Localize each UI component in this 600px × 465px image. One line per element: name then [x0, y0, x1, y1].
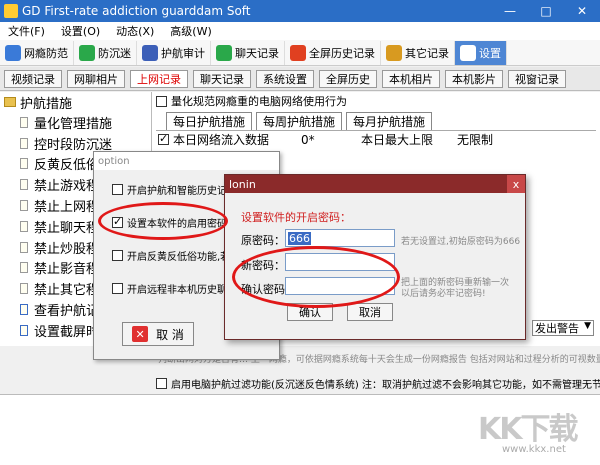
- login-cancel-button[interactable]: 取消: [347, 303, 393, 321]
- menu-file[interactable]: 文件(F): [0, 23, 53, 39]
- menu-bar: 文件(F) 设置(O) 动态(X) 高级(W): [0, 22, 600, 40]
- window-title: GD First-rate addiction guarddam Soft: [22, 4, 251, 18]
- document-icon: [20, 304, 28, 316]
- toolbar-addiction-prevention[interactable]: 网瘾防范: [0, 40, 74, 65]
- option-remote-checkbox[interactable]: [112, 283, 123, 294]
- person-icon: [142, 44, 158, 61]
- chevron-down-icon: ▼: [584, 321, 591, 331]
- maximize-button[interactable]: □: [528, 0, 564, 22]
- tab-window-records[interactable]: 视窗记录: [508, 69, 566, 88]
- option-history[interactable]: 开启护航和智能历史记录: [112, 182, 237, 197]
- toolbar-settings[interactable]: 设置: [455, 40, 507, 65]
- confirm-hint-line2: 以后请务必牢记密码!: [401, 289, 486, 299]
- filter-enable-checkbox[interactable]: [156, 377, 167, 389]
- site-watermark: KK下载 www.kkx.net: [478, 404, 596, 462]
- main-toolbar: 网瘾防范 防沉迷 护航审计 聊天记录 全屏历史记录 其它记录 设置: [0, 40, 600, 66]
- tab-web-records[interactable]: 上网记录: [130, 69, 188, 88]
- close-window-button[interactable]: ✕: [564, 0, 600, 22]
- document-icon: [20, 324, 28, 336]
- tree-root[interactable]: 护航措施: [0, 92, 151, 112]
- menu-settings[interactable]: 设置(O): [53, 23, 108, 39]
- document-icon: [20, 200, 28, 212]
- tab-chat-records[interactable]: 聊天记录: [193, 69, 251, 88]
- option-dialog-title: option: [94, 152, 279, 170]
- title-bar: GD First-rate addiction guarddam Soft — …: [0, 0, 600, 22]
- toolbar-anti-addiction[interactable]: 防沉迷: [74, 40, 137, 65]
- tab-local-videos[interactable]: 本机影片: [445, 69, 503, 88]
- record-tabs: 视频记录 网聊相片 上网记录 聊天记录 系统设置 全屏历史 本机相片 本机影片 …: [0, 67, 600, 91]
- option-history-checkbox[interactable]: [112, 184, 123, 195]
- login-close-button[interactable]: x: [507, 175, 525, 193]
- quantify-checkbox[interactable]: [156, 95, 167, 107]
- new-password-input[interactable]: [285, 253, 395, 271]
- document-icon: [20, 283, 28, 295]
- login-dialog: lonin x 设置软件的开启密码： 原密码： 666 若无设置过,初始原密码为…: [224, 174, 526, 340]
- watermark-brand: KK下载: [478, 412, 579, 447]
- tree-item[interactable]: 量化管理措施: [0, 112, 151, 133]
- old-password-input[interactable]: 666: [285, 229, 395, 247]
- toolbar-chat-records[interactable]: 聊天记录: [211, 40, 285, 65]
- login-dialog-title-bar: lonin x: [225, 175, 525, 193]
- option-anti-porn[interactable]: 开启反黄反低俗功能,若发: [112, 248, 240, 263]
- minimize-button[interactable]: —: [492, 0, 528, 22]
- tab-chat-photos[interactable]: 网聊相片: [67, 69, 125, 88]
- table-row[interactable]: 本日网络流入数据 0* 本日最大上限 无限制: [156, 130, 596, 148]
- tab-local-photos[interactable]: 本机相片: [382, 69, 440, 88]
- option-cancel-button[interactable]: ✕ 取 消: [122, 322, 194, 346]
- login-ok-button[interactable]: 确认: [287, 303, 333, 321]
- filter-enable-row[interactable]: 启用电脑护航过滤功能(反沉迷反色情系统) 注：取消护航过滤不会影响其它功能，如不…: [152, 374, 600, 392]
- toolbar-fullscreen-history[interactable]: 全屏历史记录: [285, 40, 381, 65]
- network-icon: [5, 44, 21, 61]
- tab-daily-measures[interactable]: 每日护航措施: [166, 112, 253, 130]
- tab-system-settings[interactable]: 系统设置: [256, 69, 314, 88]
- tab-video-records[interactable]: 视频记录: [4, 69, 62, 88]
- window-controls: — □ ✕: [492, 0, 600, 22]
- old-password-hint: 若无设置过,初始原密码为666: [401, 237, 521, 247]
- close-icon: ✕: [132, 326, 149, 342]
- confirm-password-input[interactable]: [285, 277, 395, 295]
- document-icon: [20, 262, 28, 274]
- document-icon: [20, 241, 28, 253]
- period-tabs: 每日护航措施 每周护航措施 每月护航措施: [152, 112, 600, 130]
- tab-monthly-measures[interactable]: 每月护航措施: [346, 112, 433, 130]
- toolbar-other-records[interactable]: 其它记录: [381, 40, 455, 65]
- option-password-checkbox[interactable]: [112, 215, 123, 228]
- password-heading: 设置软件的开启密码：: [241, 211, 351, 224]
- menu-dynamic[interactable]: 动态(X): [108, 23, 162, 39]
- document-icon: [20, 116, 28, 128]
- document-icon: [20, 220, 28, 232]
- chat-icon: [216, 44, 232, 61]
- menu-advanced[interactable]: 高级(W): [162, 23, 219, 39]
- tab-fullscreen-history[interactable]: 全屏历史: [319, 69, 377, 88]
- old-password-label: 原密码：: [241, 234, 285, 247]
- wifi-icon: [460, 44, 476, 61]
- check-icon: [79, 44, 95, 61]
- quantify-checkbox-row[interactable]: 量化规范网瘾重的电脑网络使用行为: [152, 92, 600, 110]
- document-icon: [20, 179, 28, 191]
- toolbar-audit[interactable]: 护航审计: [137, 40, 211, 65]
- tab-weekly-measures[interactable]: 每周护航措施: [256, 112, 343, 130]
- camera-icon: [290, 44, 306, 61]
- option-anti-porn-checkbox[interactable]: [112, 250, 123, 261]
- document-icon: [20, 158, 28, 170]
- row-checkbox[interactable]: [158, 132, 169, 145]
- people-icon: [386, 44, 402, 61]
- new-password-label: 新密码：: [241, 259, 285, 272]
- document-icon: [20, 137, 28, 149]
- warning-action-select[interactable]: 发出警告 ▼: [532, 320, 594, 336]
- folder-icon: [4, 97, 16, 107]
- app-logo-icon: [4, 4, 18, 18]
